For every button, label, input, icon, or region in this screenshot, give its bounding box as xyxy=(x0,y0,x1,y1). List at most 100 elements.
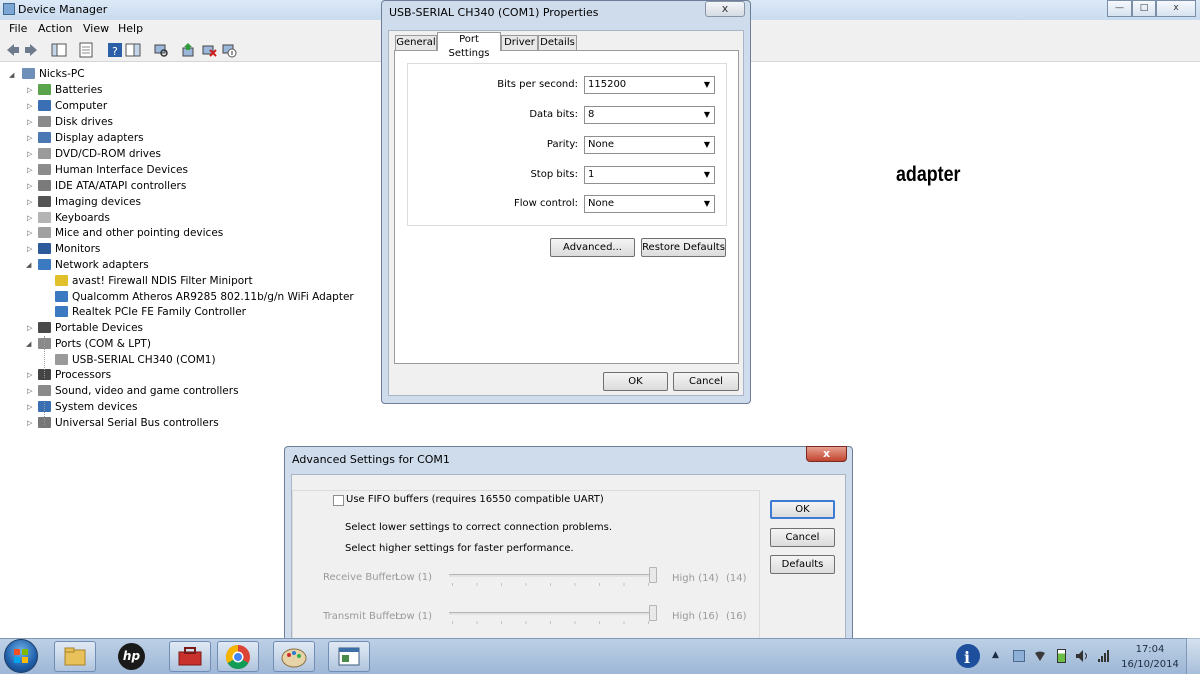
taskbar-chrome[interactable] xyxy=(217,641,259,672)
tree-item-avast[interactable]: avast! Firewall NDIS Filter Miniport xyxy=(55,274,253,289)
expand-icon[interactable]: ▷ xyxy=(27,166,32,174)
network-bars-icon[interactable] xyxy=(1097,649,1111,663)
transmit-buffer-slider[interactable] xyxy=(649,605,657,621)
tree-item-keyboards[interactable]: Keyboards xyxy=(38,211,110,226)
expand-icon[interactable]: ▷ xyxy=(27,134,32,142)
tree-item-processors[interactable]: Processors xyxy=(38,368,111,383)
wifi-signal-icon[interactable] xyxy=(1034,650,1046,662)
tab-driver[interactable]: Driver xyxy=(501,35,538,50)
advanced-close-button[interactable]: x xyxy=(806,446,847,462)
disable-device-icon[interactable] xyxy=(221,42,237,58)
maximize-button[interactable]: □ xyxy=(1132,0,1156,17)
menu-file[interactable]: File xyxy=(9,22,27,35)
taskbar-explorer[interactable] xyxy=(54,641,96,672)
tree-item-batteries[interactable]: Batteries xyxy=(38,83,103,98)
data-bits-select[interactable]: 8 ▼ xyxy=(584,106,715,124)
show-hide-tree-icon[interactable] xyxy=(51,42,67,58)
tree-item-computer[interactable]: Computer xyxy=(38,99,107,114)
help-icon[interactable]: ? xyxy=(107,42,123,58)
tree-item-disk-drives[interactable]: Disk drives xyxy=(38,115,113,130)
tree-item-usb[interactable]: Universal Serial Bus controllers xyxy=(38,416,219,431)
minimize-button[interactable]: — xyxy=(1107,0,1132,17)
expand-icon[interactable]: ▷ xyxy=(27,102,32,110)
volume-icon[interactable] xyxy=(1075,649,1089,663)
tree-item-sound[interactable]: Sound, video and game controllers xyxy=(38,384,239,399)
start-button[interactable] xyxy=(4,639,38,673)
advanced-ok-button[interactable]: OK xyxy=(770,500,835,519)
properties-icon[interactable] xyxy=(78,42,94,58)
tree-item-ports[interactable]: Ports (COM & LPT) xyxy=(38,337,151,352)
expand-icon[interactable]: ▷ xyxy=(27,182,32,190)
expand-icon[interactable]: ▷ xyxy=(27,198,32,206)
tree-item-system[interactable]: System devices xyxy=(38,400,137,415)
taskbar-hp[interactable]: hp xyxy=(111,641,153,672)
tree-item-network-adapters[interactable]: Network adapters xyxy=(38,258,149,273)
properties-cancel-button[interactable]: Cancel xyxy=(673,372,739,391)
menu-action[interactable]: Action xyxy=(38,22,72,35)
show-desktop-button[interactable] xyxy=(1186,638,1200,674)
bits-per-second-select[interactable]: 115200 ▼ xyxy=(584,76,715,94)
clock-date[interactable]: 16/10/2014 xyxy=(1119,659,1181,670)
menu-view[interactable]: View xyxy=(83,22,109,35)
defaults-button[interactable]: Defaults xyxy=(770,555,835,574)
update-driver-icon[interactable] xyxy=(180,42,196,58)
tree-item-realtek[interactable]: Realtek PCIe FE Family Controller xyxy=(55,305,246,320)
scan-hardware-icon[interactable] xyxy=(153,42,169,58)
expand-icon[interactable]: ▷ xyxy=(27,371,32,379)
fifo-checkbox[interactable] xyxy=(333,495,344,506)
tree-item-dvd[interactable]: DVD/CD-ROM drives xyxy=(38,147,161,162)
show-hidden-icons-chevron[interactable]: ▲ xyxy=(992,650,999,660)
action-pane-icon[interactable] xyxy=(125,42,141,58)
expand-icon[interactable]: ▷ xyxy=(27,86,32,94)
tab-general[interactable]: General xyxy=(395,35,437,50)
tree-item-qualcomm[interactable]: Qualcomm Atheros AR9285 802.11b/g/n WiFi… xyxy=(55,290,354,305)
network-icon xyxy=(38,259,51,270)
menu-help[interactable]: Help xyxy=(118,22,143,35)
collapse-icon[interactable]: ◢ xyxy=(26,261,31,269)
receive-buffer-slider[interactable] xyxy=(649,567,657,583)
expand-icon[interactable]: ▷ xyxy=(27,403,32,411)
properties-ok-button[interactable]: OK xyxy=(603,372,668,391)
transmit-buffer-track xyxy=(449,612,656,615)
tree-root[interactable]: Nicks-PC xyxy=(22,67,85,82)
tree-item-monitors[interactable]: Monitors xyxy=(38,242,100,257)
restore-defaults-button[interactable]: Restore Defaults xyxy=(641,238,726,257)
tree-item-hid[interactable]: Human Interface Devices xyxy=(38,163,188,178)
tray-app-icon[interactable] xyxy=(1013,650,1025,662)
tree-item-ide[interactable]: IDE ATA/ATAPI controllers xyxy=(38,179,186,194)
advanced-button[interactable]: Advanced... xyxy=(550,238,635,257)
tree-item-usb-serial[interactable]: USB-SERIAL CH340 (COM1) xyxy=(55,353,216,368)
flow-control-select[interactable]: None ▼ xyxy=(584,195,715,213)
taskbar-device-manager[interactable] xyxy=(169,641,211,672)
expand-icon[interactable]: ▷ xyxy=(27,245,32,253)
tree-item-imaging[interactable]: Imaging devices xyxy=(38,195,141,210)
collapse-icon[interactable]: ◢ xyxy=(9,71,14,79)
tree-item-display-adapters[interactable]: Display adapters xyxy=(38,131,144,146)
tree-item-portable[interactable]: Portable Devices xyxy=(38,321,143,336)
clock-time[interactable]: 17:04 xyxy=(1128,644,1172,655)
collapse-icon[interactable]: ◢ xyxy=(26,340,31,348)
parity-select[interactable]: None ▼ xyxy=(584,136,715,154)
uninstall-icon[interactable] xyxy=(201,42,217,58)
notification-info-icon[interactable]: i xyxy=(955,642,981,670)
expand-icon[interactable]: ▷ xyxy=(27,387,32,395)
battery-icon[interactable] xyxy=(1057,649,1066,663)
taskbar-window[interactable] xyxy=(328,641,370,672)
forward-icon[interactable] xyxy=(23,42,39,58)
expand-icon[interactable]: ▷ xyxy=(27,419,32,427)
tree-item-mice[interactable]: Mice and other pointing devices xyxy=(38,226,223,241)
expand-icon[interactable]: ▷ xyxy=(27,150,32,158)
tab-port-settings[interactable]: Port Settings xyxy=(437,32,501,59)
tab-details[interactable]: Details xyxy=(538,35,577,50)
expand-icon[interactable]: ▷ xyxy=(27,214,32,222)
stop-bits-select[interactable]: 1 ▼ xyxy=(584,166,715,184)
expand-icon[interactable]: ▷ xyxy=(27,118,32,126)
advanced-cancel-button[interactable]: Cancel xyxy=(770,528,835,547)
back-icon[interactable] xyxy=(5,42,21,58)
expand-icon[interactable]: ▷ xyxy=(27,324,32,332)
window-close-button[interactable]: x xyxy=(1156,0,1196,17)
receive-value: (14) xyxy=(726,573,747,584)
expand-icon[interactable]: ▷ xyxy=(27,229,32,237)
taskbar-paint[interactable] xyxy=(273,641,315,672)
properties-close-button[interactable]: x xyxy=(705,1,745,17)
